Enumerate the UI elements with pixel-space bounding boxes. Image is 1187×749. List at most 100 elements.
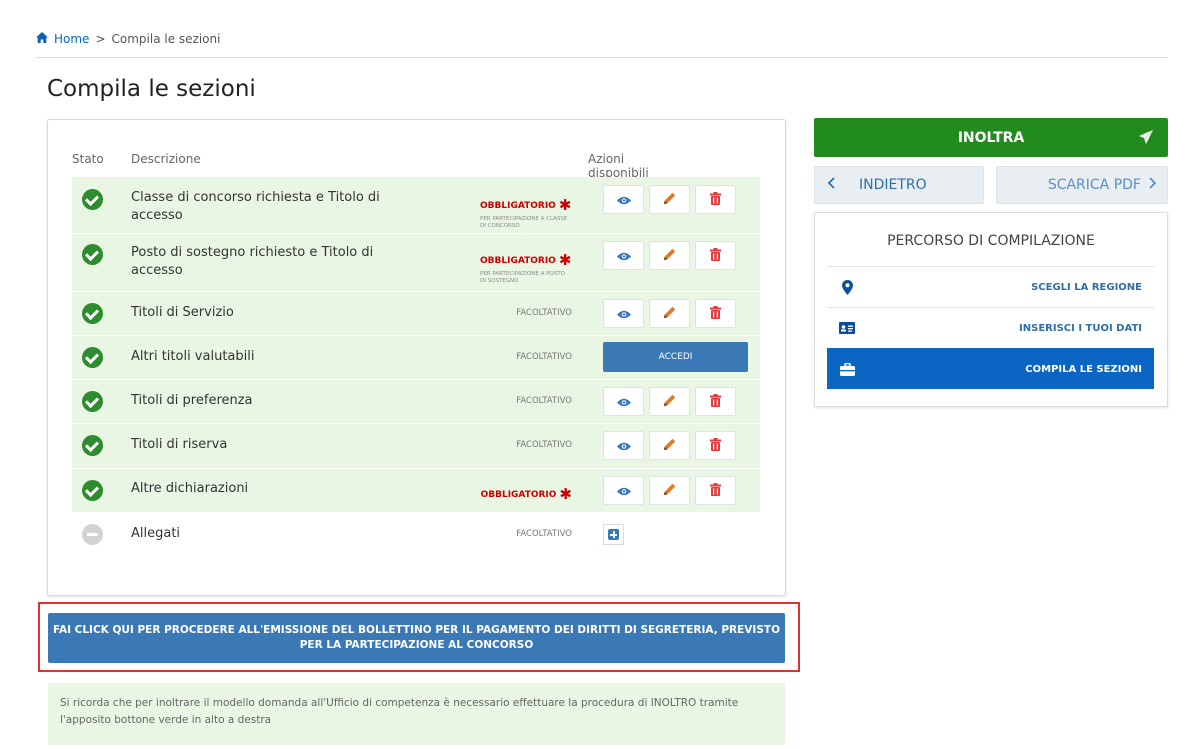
breadcrumb-separator: > bbox=[95, 32, 106, 46]
accedi-button[interactable]: ACCEDI bbox=[603, 342, 748, 372]
breadcrumb-divider bbox=[36, 57, 1168, 58]
requirement-label: FACOLTATIVO bbox=[516, 396, 572, 406]
section-description: Allegati bbox=[131, 526, 181, 541]
section-description: Titoli di preferenza bbox=[131, 393, 253, 408]
step-label: INSERISCI I TUOI DATI bbox=[1019, 322, 1142, 334]
requirement-tag: OBBLIGATORIO ✱ PER PARTECIPAZIONE A CLASS… bbox=[480, 193, 572, 229]
step-label: SCEGLI LA REGIONE bbox=[1031, 281, 1142, 293]
step-scegli-regione[interactable]: SCEGLI LA REGIONE bbox=[827, 266, 1154, 307]
row-actions bbox=[603, 299, 736, 328]
step-label: COMPILA LE SEZIONI bbox=[1025, 363, 1142, 375]
inoltra-button[interactable]: INOLTRA bbox=[814, 118, 1168, 157]
eye-icon bbox=[616, 481, 631, 500]
step-inserisci-dati[interactable]: INSERISCI I TUOI DATI bbox=[827, 307, 1154, 348]
delete-button[interactable] bbox=[695, 476, 736, 505]
trash-icon bbox=[710, 392, 721, 411]
requirement-tag: OBBLIGATORIO ✱ PER PARTECIPAZIONE A POSTO… bbox=[480, 248, 572, 284]
eye-icon bbox=[616, 392, 631, 411]
view-button[interactable] bbox=[603, 431, 644, 460]
delete-button[interactable] bbox=[695, 185, 736, 214]
pending-status-icon bbox=[82, 524, 103, 545]
requirement-label: OBBLIGATORIO bbox=[480, 256, 556, 266]
table-row: Classe di concorso richiesta e Titolo di… bbox=[72, 177, 760, 234]
delete-button[interactable] bbox=[695, 387, 736, 416]
payment-bulletin-label: FAI CLICK QUI PER PROCEDERE ALL'EMISSION… bbox=[52, 624, 780, 651]
eye-icon bbox=[616, 190, 631, 209]
completed-check-icon bbox=[82, 435, 103, 456]
section-description: Altre dichiarazioni bbox=[131, 481, 249, 496]
trash-icon bbox=[710, 304, 721, 323]
table-row: Allegati FACOLTATIVO bbox=[72, 513, 760, 558]
map-marker-icon bbox=[839, 279, 855, 295]
required-asterisk-icon: ✱ bbox=[558, 196, 572, 214]
edit-button[interactable] bbox=[649, 299, 690, 328]
requirement-label: OBBLIGATORIO bbox=[480, 490, 557, 500]
table-row: Altri titoli valutabili FACOLTATIVO ACCE… bbox=[72, 336, 760, 380]
pencil-icon bbox=[663, 304, 676, 323]
scarica-pdf-button[interactable]: SCARICA PDF bbox=[996, 166, 1168, 204]
percorso-panel: PERCORSO DI COMPILAZIONE SCEGLI LA REGIO… bbox=[814, 212, 1168, 407]
delete-button[interactable] bbox=[695, 431, 736, 460]
completed-check-icon bbox=[82, 347, 103, 368]
edit-button[interactable] bbox=[649, 241, 690, 270]
id-card-icon bbox=[839, 320, 855, 336]
percorso-title: PERCORSO DI COMPILAZIONE bbox=[887, 233, 1095, 249]
delete-button[interactable] bbox=[695, 299, 736, 328]
view-button[interactable] bbox=[603, 185, 644, 214]
row-actions bbox=[603, 524, 624, 545]
sections-table: Classe di concorso richiesta e Titolo di… bbox=[72, 177, 760, 558]
inoltra-label: INOLTRA bbox=[957, 129, 1025, 146]
pencil-icon bbox=[663, 392, 676, 411]
table-row: Titoli di riserva FACOLTATIVO bbox=[72, 424, 760, 469]
section-description: Classe di concorso richiesta e Titolo di… bbox=[131, 190, 380, 223]
table-row: Titoli di preferenza FACOLTATIVO bbox=[72, 380, 760, 424]
trash-icon bbox=[710, 481, 721, 500]
completed-check-icon bbox=[82, 480, 103, 501]
requirement-label: FACOLTATIVO bbox=[516, 529, 572, 539]
row-actions bbox=[603, 476, 736, 505]
view-button[interactable] bbox=[603, 476, 644, 505]
requirement-label: FACOLTATIVO bbox=[516, 440, 572, 450]
completed-check-icon bbox=[82, 391, 103, 412]
required-asterisk-icon: ✱ bbox=[559, 485, 572, 503]
indietro-button[interactable]: INDIETRO bbox=[814, 166, 984, 204]
chevron-left-icon bbox=[827, 177, 841, 193]
section-description: Titoli di Servizio bbox=[131, 305, 234, 320]
view-button[interactable] bbox=[603, 299, 644, 328]
row-actions bbox=[603, 185, 736, 214]
step-compila-sezioni[interactable]: COMPILA LE SEZIONI bbox=[827, 348, 1154, 389]
column-header-azioni: Azioni disponibili bbox=[588, 152, 649, 180]
view-button[interactable] bbox=[603, 387, 644, 416]
eye-icon bbox=[616, 304, 631, 323]
table-row: Posto di sostegno richiesto e Titolo di … bbox=[72, 234, 760, 292]
payment-bulletin-button[interactable]: FAI CLICK QUI PER PROCEDERE ALL'EMISSION… bbox=[48, 613, 785, 663]
delete-button[interactable] bbox=[695, 241, 736, 270]
breadcrumb-current: Compila le sezioni bbox=[111, 32, 221, 46]
eye-icon bbox=[616, 246, 631, 265]
requirement-label: FACOLTATIVO bbox=[516, 308, 572, 318]
eye-icon bbox=[616, 436, 631, 455]
home-icon[interactable] bbox=[36, 32, 48, 46]
view-button[interactable] bbox=[603, 241, 644, 270]
breadcrumb-home-link[interactable]: Home bbox=[54, 32, 89, 46]
requirement-note: PER PARTECIPAZIONE A CLASSE DI CONCORSO bbox=[480, 216, 568, 229]
pencil-icon bbox=[663, 190, 676, 209]
edit-button[interactable] bbox=[649, 431, 690, 460]
requirement-label: FACOLTATIVO bbox=[516, 352, 572, 362]
sections-card: Stato Descrizione Azioni disponibili Cla… bbox=[47, 119, 786, 596]
indietro-label: INDIETRO bbox=[859, 177, 927, 193]
add-button[interactable] bbox=[603, 524, 624, 545]
trash-icon bbox=[710, 436, 721, 455]
paper-plane-icon bbox=[1138, 129, 1154, 149]
scarica-pdf-label: SCARICA PDF bbox=[1047, 177, 1141, 193]
completed-check-icon bbox=[82, 189, 103, 210]
chevron-right-icon bbox=[1149, 177, 1157, 193]
pencil-icon bbox=[663, 481, 676, 500]
completed-check-icon bbox=[82, 244, 103, 265]
pencil-icon bbox=[663, 246, 676, 265]
edit-button[interactable] bbox=[649, 185, 690, 214]
edit-button[interactable] bbox=[649, 476, 690, 505]
pencil-icon bbox=[663, 436, 676, 455]
edit-button[interactable] bbox=[649, 387, 690, 416]
requirement-label: OBBLIGATORIO bbox=[480, 201, 556, 211]
